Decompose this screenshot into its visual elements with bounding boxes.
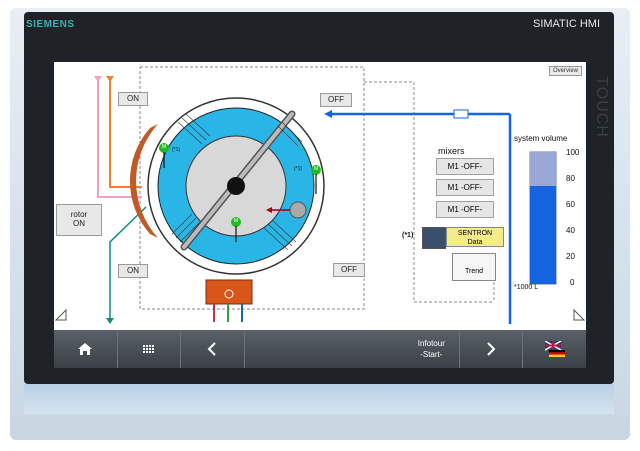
mixers-title: mixers [438,146,465,156]
sentron-label: SENTRON [457,230,493,237]
device-chin [24,384,614,414]
volume-tank-fill [530,186,556,284]
valve-bottom-left-button[interactable]: ON [118,264,148,278]
valve-bottom-right-button[interactable]: OFF [333,263,365,277]
volume-unit: *1000 L [514,284,539,291]
volume-tick-0: 0 [570,278,575,287]
motor-badge-2: M [234,218,239,224]
corner-mark-left [54,308,67,321]
volume-tick-40: 40 [566,226,575,235]
orange-pipe-arrow [106,76,114,82]
motor-badge-1: M [162,144,167,150]
home-button[interactable] [54,330,118,368]
sentron-data-button[interactable]: SENTRON Data [422,227,504,249]
infotour-button[interactable]: Infotour -Start- [245,330,460,368]
volume-tick-80: 80 [566,174,575,183]
motor-footnote-1: (*1) [172,147,181,153]
system-volume-title: system volume [514,134,568,143]
outlet-box [205,279,253,305]
motor-footnote-3: (*1) [294,166,303,172]
chevron-left-icon [207,342,217,356]
rotor-hub [227,177,245,195]
pink-pipe-arrow [94,76,102,82]
back-button[interactable] [181,330,245,368]
flow-meter [453,109,469,119]
language-button[interactable] [523,330,586,368]
corner-mark-right [573,308,586,321]
sentron-footnote: (*1) [402,232,414,239]
mixer-3-button[interactable]: M1 -OFF- [436,201,494,218]
infotour-label: Infotour [417,339,445,348]
volume-tick-20: 20 [566,252,575,261]
overview-button[interactable]: Overview [548,66,582,76]
blue-feed-arrow [324,110,332,118]
sentron-data-label: Data [467,239,483,246]
teal-pipe-arrow [106,318,114,324]
volume-tick-60: 60 [566,200,575,209]
menu-button[interactable] [118,330,182,368]
sensor-probe [289,201,307,219]
trend-button[interactable]: Trend [452,253,496,281]
volume-tank-upper [530,152,556,186]
valve-top-left-button[interactable]: ON [118,92,148,106]
touch-label: TOUCH [593,76,610,138]
motor-badge-3: M [314,166,319,172]
infotour-start-label: -Start- [420,350,443,359]
forward-button[interactable] [460,330,524,368]
mixer-2-button[interactable]: M1 -OFF- [436,179,494,196]
rotor-state: ON [73,219,85,228]
model-label: SIMATIC HMI [532,18,600,30]
menu-grid-icon [142,345,154,353]
rotor-label: rotor [70,210,88,219]
brand-logo: SIEMENS [26,19,75,30]
language-flags-icon [544,341,565,357]
chevron-right-icon [487,342,496,356]
volume-tick-100: 100 [566,148,580,157]
trend-label: Trend [464,268,484,275]
mixer-1-button[interactable]: M1 -OFF- [436,158,494,175]
sentron-device-icon [422,227,446,249]
home-icon [78,343,93,355]
rotor-status-button[interactable]: rotor ON [56,204,102,236]
hmi-screen: Overview ON OFF ON OFF rotor ON M M M (*… [54,62,586,330]
taskbar: Infotour -Start- [54,330,586,368]
valve-top-right-button[interactable]: OFF [320,93,352,107]
